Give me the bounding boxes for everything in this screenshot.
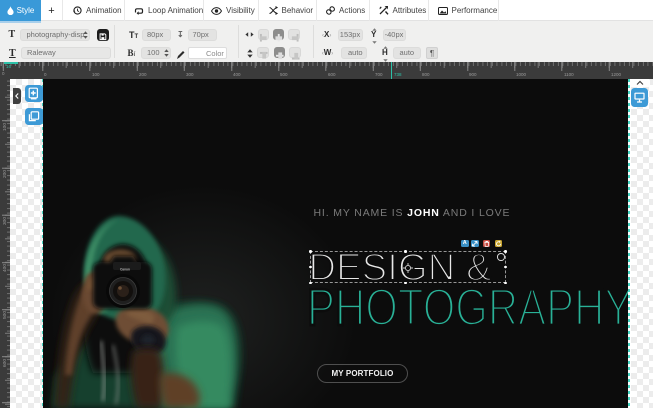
svg-text:Canon: Canon: [120, 268, 130, 272]
